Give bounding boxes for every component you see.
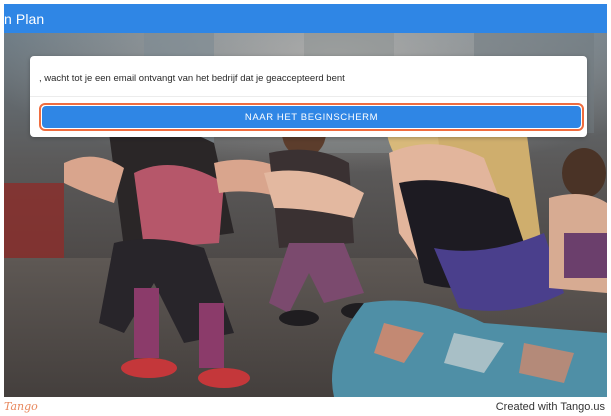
app-header: n Plan	[4, 4, 607, 33]
confirmation-dialog: , wacht tot je een email ontvangt van he…	[30, 56, 587, 137]
app-title: n Plan	[4, 10, 45, 27]
back-to-home-button[interactable]: NAAR HET BEGINSCHERM	[42, 106, 581, 128]
footer-bar: Tango Created with Tango.us	[0, 398, 611, 416]
button-highlight: NAAR HET BEGINSCHERM	[39, 103, 584, 131]
created-with-credit: Created with Tango.us	[495, 401, 605, 413]
confirmation-message: , wacht tot je een email ontvangt van he…	[39, 73, 345, 84]
tango-logo: Tango	[4, 400, 38, 413]
dialog-divider	[30, 96, 587, 97]
screenshot-frame: n Plan , wacht tot je een email ontvangt…	[0, 0, 611, 416]
app-window: n Plan , wacht tot je een email ontvangt…	[4, 4, 607, 397]
